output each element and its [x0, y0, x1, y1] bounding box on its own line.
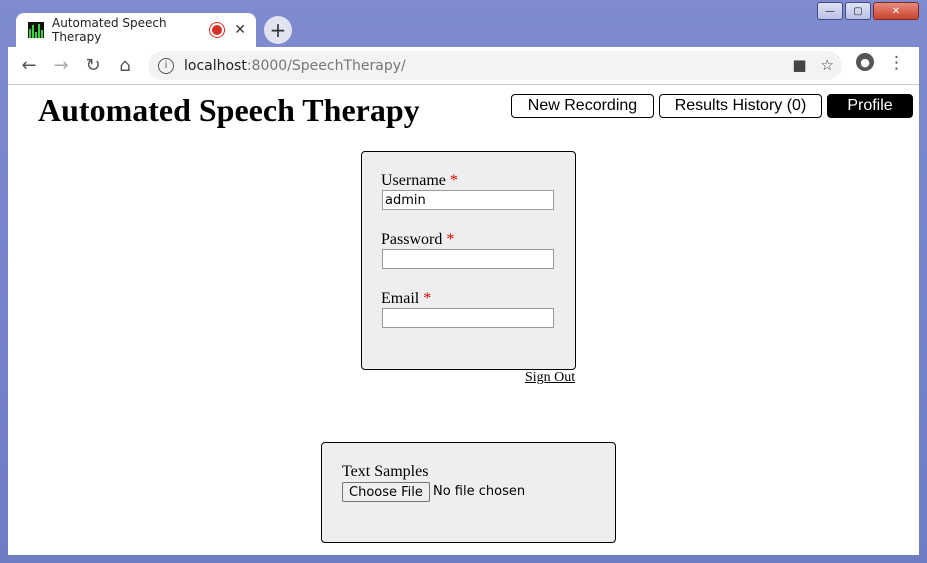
menu-kebab-icon[interactable]: ⋮: [888, 53, 905, 73]
page-content: Automated Speech Therapy New Recording R…: [8, 85, 919, 555]
recording-indicator-icon: [210, 23, 225, 37]
new-recording-button[interactable]: New Recording: [511, 94, 654, 118]
password-input[interactable]: [382, 249, 554, 269]
tab-title: Automated Speech Therapy: [52, 16, 167, 44]
home-icon[interactable]: ⌂: [114, 55, 136, 76]
back-arrow-icon[interactable]: ←: [18, 55, 40, 76]
required-marker: *: [423, 290, 432, 307]
required-marker: *: [449, 172, 458, 189]
browser-tab[interactable]: Automated Speech Therapy ✕: [16, 13, 256, 47]
account-avatar-icon[interactable]: ●: [856, 53, 874, 71]
email-label: Email *: [381, 290, 431, 308]
forward-arrow-icon[interactable]: →: [50, 55, 72, 76]
choose-file-button[interactable]: Choose File: [342, 482, 430, 502]
bookmark-star-icon[interactable]: ☆: [821, 56, 834, 74]
email-label-text: Email: [381, 290, 420, 307]
username-label-text: Username: [381, 172, 446, 189]
password-label: Password *: [381, 231, 454, 249]
profile-button[interactable]: Profile: [827, 94, 913, 118]
url-text: localhost:8000/SpeechTherapy/: [184, 58, 406, 74]
audio-waveform-icon: [28, 22, 44, 38]
reload-icon[interactable]: ↻: [82, 55, 104, 76]
tab-close-icon[interactable]: ✕: [234, 22, 246, 38]
sign-out-link[interactable]: Sign Out: [525, 370, 575, 386]
username-input[interactable]: [382, 190, 554, 210]
url-path: :8000/SpeechTherapy/: [246, 57, 406, 74]
address-bar[interactable]: i localhost:8000/SpeechTherapy/ ■ ☆: [148, 51, 842, 80]
browser-toolbar: ← → ↻ ⌂ i localhost:8000/SpeechTherapy/ …: [8, 47, 919, 85]
new-tab-button[interactable]: +: [264, 16, 292, 44]
file-status: No file chosen: [433, 484, 526, 499]
close-window-button[interactable]: ✕: [873, 2, 919, 20]
window-controls: — ▢ ✕: [817, 2, 919, 20]
maximize-button[interactable]: ▢: [845, 2, 871, 20]
site-info-icon[interactable]: i: [158, 57, 174, 74]
text-samples-label: Text Samples: [342, 463, 429, 480]
password-label-text: Password: [381, 231, 443, 248]
browser-window: — ▢ ✕ Automated Speech Therapy ✕ + ← → ↻…: [0, 0, 927, 563]
text-samples-upload: Text Samples Choose File No file chosen: [321, 442, 616, 543]
profile-form: Username * Password * Email *: [361, 151, 576, 370]
page-title: Automated Speech Therapy: [38, 92, 420, 128]
camera-icon[interactable]: ■: [792, 56, 806, 74]
username-label: Username *: [381, 172, 458, 190]
results-history-button[interactable]: Results History (0): [659, 94, 822, 118]
required-marker: *: [446, 231, 455, 248]
email-input[interactable]: [382, 308, 554, 328]
url-host: localhost: [184, 57, 247, 74]
minimize-button[interactable]: —: [817, 2, 843, 20]
